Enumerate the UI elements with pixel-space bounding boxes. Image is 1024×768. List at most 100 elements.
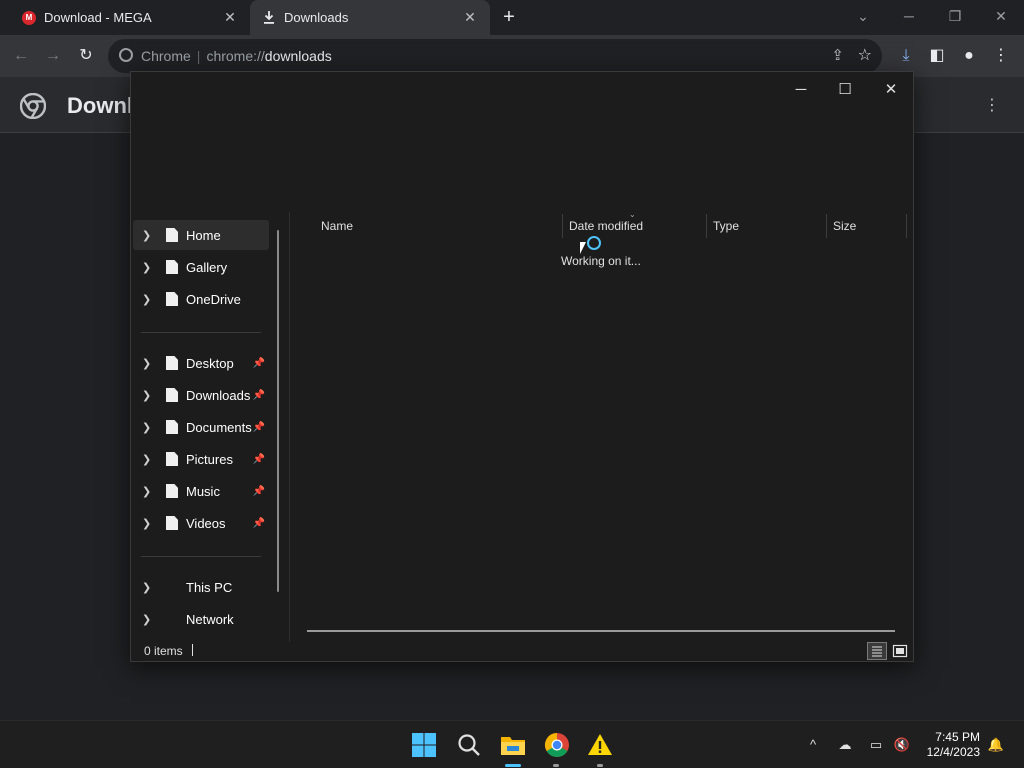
details-view-button[interactable] bbox=[867, 642, 887, 660]
nav-item-downloads[interactable]: ❯ Downloads 📌 bbox=[133, 380, 269, 410]
bookmark-star-icon[interactable]: ☆ bbox=[858, 45, 872, 65]
chrome-logo-icon bbox=[20, 93, 46, 119]
column-divider[interactable] bbox=[906, 214, 907, 238]
nav-scrollbar[interactable] bbox=[277, 230, 279, 592]
pane-divider[interactable] bbox=[289, 212, 290, 642]
nav-label: Downloads bbox=[186, 387, 251, 403]
onedrive-offline-icon[interactable]: ☁ bbox=[835, 735, 855, 755]
nav-item-pictures[interactable]: ❯ Pictures 📌 bbox=[133, 444, 269, 474]
warning-icon[interactable] bbox=[586, 731, 614, 759]
horizontal-scrollbar[interactable] bbox=[307, 630, 895, 632]
page-menu-icon[interactable]: ⋮ bbox=[984, 95, 1000, 115]
separator: | bbox=[196, 48, 201, 64]
search-icon[interactable] bbox=[455, 731, 483, 759]
back-icon[interactable]: ← bbox=[10, 45, 32, 67]
volume-muted-icon[interactable]: 🔇 bbox=[892, 735, 912, 755]
pin-icon: 📌 bbox=[252, 357, 265, 369]
nav-item-documents[interactable]: ❯ Documents 📌 bbox=[133, 412, 269, 442]
dialog-maximize-icon[interactable]: ☐ bbox=[829, 78, 861, 102]
mouse-cursor-icon bbox=[580, 242, 586, 254]
nav-item-network[interactable]: ❯ Network bbox=[133, 604, 269, 634]
page-title: Downl bbox=[67, 93, 133, 118]
chevron-right-icon[interactable]: ❯ bbox=[142, 485, 152, 498]
chevron-right-icon[interactable]: ❯ bbox=[142, 581, 152, 594]
reload-icon[interactable]: ↻ bbox=[75, 45, 97, 67]
nav-item-gallery[interactable]: ❯ Gallery bbox=[133, 252, 269, 282]
document-icon bbox=[166, 484, 178, 498]
windows-start-icon[interactable] bbox=[410, 731, 438, 759]
close-window-icon[interactable]: ✕ bbox=[988, 6, 1014, 26]
share-icon[interactable]: ⇪ bbox=[831, 46, 844, 64]
file-dialog: ─ ☐ ✕ ❯ Home ❯ Gallery ❯ OneDrive ❯ Desktop 📌… bbox=[130, 71, 914, 662]
chevron-right-icon[interactable]: ❯ bbox=[142, 229, 152, 242]
nav-item-onedrive[interactable]: ❯ OneDrive bbox=[133, 284, 269, 314]
chevron-right-icon[interactable]: ❯ bbox=[142, 261, 152, 274]
large-icons-view-icon bbox=[892, 644, 908, 658]
nav-item-home[interactable]: ❯ Home bbox=[133, 220, 269, 250]
chevron-right-icon[interactable]: ❯ bbox=[142, 453, 152, 466]
new-tab-button[interactable]: + bbox=[500, 7, 518, 27]
column-header-name[interactable]: Name bbox=[315, 214, 565, 238]
nav-item-desktop[interactable]: ❯ Desktop 📌 bbox=[133, 348, 269, 378]
file-explorer-icon[interactable] bbox=[499, 731, 527, 759]
nav-label: Network bbox=[186, 611, 234, 627]
column-header-size[interactable]: Size bbox=[827, 214, 905, 238]
chevron-right-icon[interactable]: ❯ bbox=[142, 613, 152, 626]
large-icons-view-button[interactable] bbox=[891, 642, 909, 660]
chevron-right-icon[interactable]: ❯ bbox=[142, 293, 152, 306]
network-icon[interactable]: ▭ bbox=[866, 735, 886, 755]
dialog-close-icon[interactable]: ✕ bbox=[875, 78, 907, 102]
nav-item-this-pc[interactable]: ❯ This PC bbox=[133, 572, 269, 602]
close-tab-icon[interactable]: ✕ bbox=[462, 9, 478, 25]
document-icon bbox=[166, 260, 178, 274]
loading-message: Working on it... bbox=[561, 254, 641, 268]
profile-icon[interactable]: ● bbox=[958, 45, 980, 67]
tab-title: Downloads bbox=[284, 10, 349, 25]
dialog-minimize-icon[interactable]: ─ bbox=[785, 78, 817, 102]
open-app-indicator bbox=[553, 764, 559, 767]
tab-title: Download - MEGA bbox=[44, 10, 152, 25]
chrome-icon[interactable] bbox=[543, 731, 571, 759]
close-tab-icon[interactable]: ✕ bbox=[222, 9, 238, 25]
tab-strip: M Download - MEGA ✕ Downloads ✕ + ⌄ ─ ❐ … bbox=[0, 0, 1024, 35]
chevron-right-icon[interactable]: ❯ bbox=[142, 517, 152, 530]
restore-icon[interactable]: ❐ bbox=[942, 6, 968, 26]
document-icon bbox=[166, 292, 178, 306]
active-app-indicator bbox=[505, 764, 521, 767]
tab-search-icon[interactable]: ⌄ bbox=[850, 6, 876, 26]
show-hidden-icons-icon[interactable]: ^ bbox=[803, 735, 823, 755]
document-icon bbox=[166, 420, 178, 434]
chevron-right-icon[interactable]: ❯ bbox=[142, 357, 152, 370]
tab-mega[interactable]: M Download - MEGA ✕ bbox=[0, 0, 250, 35]
clock-time: 7:45 PM bbox=[935, 730, 980, 744]
notifications-bell-icon[interactable]: 🔔 bbox=[986, 735, 1006, 755]
column-header-type[interactable]: Type bbox=[707, 214, 827, 238]
pin-icon: 📌 bbox=[252, 517, 265, 529]
nav-label: Music bbox=[186, 483, 220, 499]
nav-label: Home bbox=[186, 227, 221, 243]
nav-item-videos[interactable]: ❯ Videos 📌 bbox=[133, 508, 269, 538]
chevron-right-icon[interactable]: ❯ bbox=[142, 421, 152, 434]
menu-icon[interactable]: ⋮ bbox=[990, 45, 1012, 67]
document-icon bbox=[166, 228, 178, 242]
downloads-icon[interactable]: ⤓ bbox=[895, 45, 917, 67]
document-icon bbox=[166, 356, 178, 370]
loading-spinner-icon bbox=[587, 236, 601, 250]
tab-downloads[interactable]: Downloads ✕ bbox=[250, 0, 490, 35]
nav-label: Desktop bbox=[186, 355, 234, 371]
column-header-date-modified[interactable]: Date modified bbox=[563, 214, 705, 238]
address-bar[interactable]: Chrome | chrome://downloads ⇪ ☆ bbox=[108, 39, 882, 73]
minimize-icon[interactable]: ─ bbox=[896, 6, 922, 26]
side-panel-icon[interactable]: ◧ bbox=[926, 45, 948, 67]
nav-label: Documents bbox=[186, 419, 252, 435]
this-pc-icon bbox=[166, 580, 178, 594]
nav-label: Videos bbox=[186, 515, 226, 531]
pin-icon: 📌 bbox=[252, 485, 265, 497]
nav-item-music[interactable]: ❯ Music 📌 bbox=[133, 476, 269, 506]
forward-icon[interactable]: → bbox=[42, 45, 64, 67]
pin-icon: 📌 bbox=[252, 389, 265, 401]
item-count: 0 items bbox=[144, 644, 183, 658]
chevron-right-icon[interactable]: ❯ bbox=[142, 389, 152, 402]
system-clock[interactable]: 7:45 PM 12/4/2023 bbox=[927, 730, 980, 760]
url-text: Chrome | chrome://downloads bbox=[141, 48, 332, 64]
